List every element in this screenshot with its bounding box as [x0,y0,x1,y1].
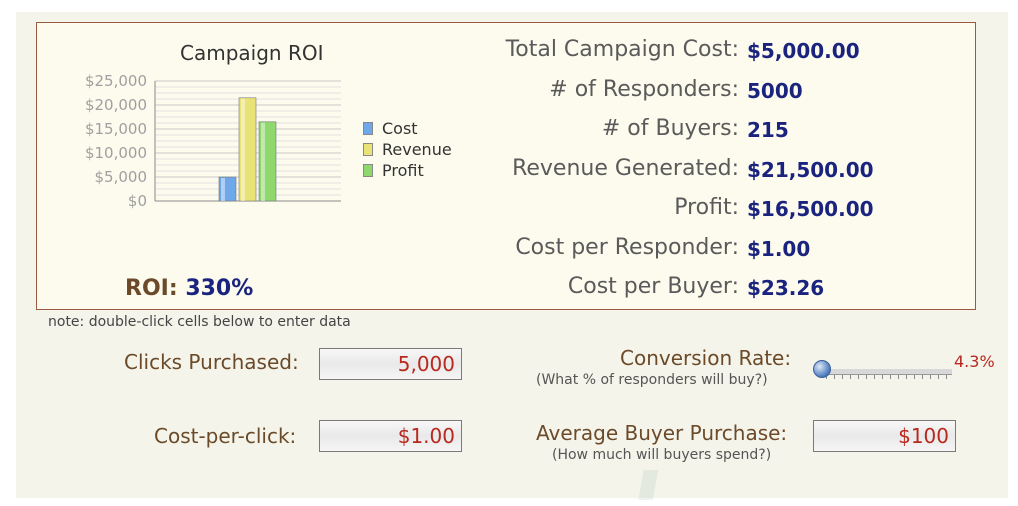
results-panel: Campaign ROI $25,000 $20,000 $15,000 $10,00… [36,22,976,310]
roi-value: 330% [185,276,254,301]
stats-list: Total Campaign Cost: $5,000.00 # of Resp… [437,37,957,314]
bar-highlight [241,98,245,201]
bar-highlight [261,122,265,201]
stat-total-cost: Total Campaign Cost: $5,000.00 [437,37,957,77]
y-tick-label: $10,000 [85,144,147,162]
background-watermark [600,470,740,500]
roi-bar-chart: $25,000 $20,000 $15,000 $10,000 $5,000 $0 [85,72,341,210]
y-tick-label: $15,000 [85,120,147,138]
stat-buyers: # of Buyers: 215 [437,116,957,156]
stat-value: $23.26 [747,276,825,300]
stat-label: Revenue Generated: [512,155,739,181]
average-buyer-purchase-input[interactable]: $100 [813,420,956,452]
conversion-rate-hint: (What % of responders will buy?) [536,372,768,388]
chart-title: Campaign ROI [180,41,324,65]
cost-per-click-label: Cost-per-click: [154,424,297,448]
stat-revenue: Revenue Generated: $21,500.00 [437,156,957,196]
clicks-purchased-label: Clicks Purchased: [124,350,299,374]
conversion-rate-label: Conversion Rate: [620,346,792,370]
stat-value: $1.00 [747,236,811,261]
stat-responders: # of Responders: 5000 [437,77,957,117]
y-tick-label: $20,000 [85,96,147,114]
stat-label: Cost per Buyer: [567,274,739,299]
legend-swatch-revenue [363,143,373,156]
conversion-rate-slider-ticks [826,375,952,379]
legend-label-cost: Cost [382,119,418,138]
y-tick-label: $5,000 [95,168,148,186]
stat-profit: Profit: $16,500.00 [437,195,957,235]
stat-value: 5000 [747,78,803,103]
average-buyer-purchase-hint: (How much will buyers spend?) [552,447,772,463]
stat-label: # of Buyers: [601,116,739,141]
cost-per-click-input[interactable]: $1.00 [319,420,462,452]
legend-swatch-profit [363,164,373,177]
stat-cost-per-responder: Cost per Responder: $1.00 [437,235,957,275]
roi-summary: ROI: 330% [125,276,253,301]
legend-label-profit: Profit [382,161,424,180]
edit-note: note: double-click cells below to enter … [48,314,351,330]
average-buyer-purchase-label: Average Buyer Purchase: [536,421,788,445]
stat-value: $5,000.00 [747,39,860,63]
stat-label: Total Campaign Cost: [505,37,739,62]
clicks-purchased-input[interactable]: 5,000 [319,348,462,380]
conversion-rate-value: 4.3% [954,352,995,371]
y-tick-label: $0 [128,192,147,210]
stat-label: Profit: [674,195,739,220]
conversion-rate-slider-thumb[interactable] [813,360,831,378]
bar-highlight [221,178,225,201]
stat-value: 215 [747,118,789,142]
roi-label: ROI: [125,276,178,301]
roi-calculator: Campaign ROI $25,000 $20,000 $15,000 $10,00… [16,12,1008,498]
stat-label: # of Responders: [549,76,739,102]
y-tick-label: $25,000 [85,72,147,90]
stat-value: $16,500.00 [747,197,874,221]
stat-label: Cost per Responder: [515,234,739,260]
stat-value: $21,500.00 [747,157,874,182]
legend-swatch-cost [363,122,373,135]
stat-cost-per-buyer: Cost per Buyer: $23.26 [437,274,957,314]
